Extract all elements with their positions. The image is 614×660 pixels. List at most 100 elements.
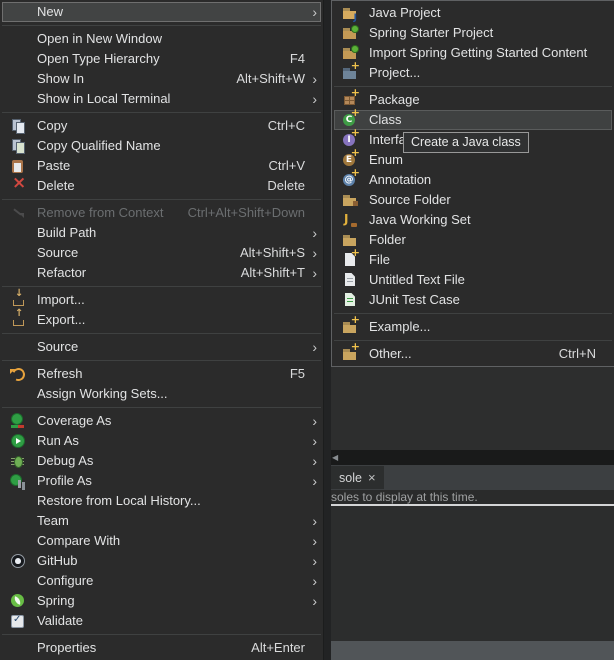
menu-item-new[interactable]: New› [2,2,321,22]
menu-item-package[interactable]: Package [334,90,612,110]
menu-item-github[interactable]: GitHub› [2,551,321,571]
menu-item-junit-test-case[interactable]: JUnit Test Case [334,290,612,310]
icon-spacer [10,513,26,529]
menu-item-java-working-set[interactable]: Java Working Set [334,210,612,230]
menu-item-shortcut: Ctrl+Alt+Shift+Down [188,203,305,223]
icon-spacer [10,386,26,402]
menu-item-label: Import... [37,290,305,310]
menu-item-delete[interactable]: DeleteDelete [2,176,321,196]
menu-item-copy-qualified-name[interactable]: Copy Qualified Name [2,136,321,156]
menu-item-shortcut: Alt+Enter [251,638,305,658]
menu-item-refactor[interactable]: RefactorAlt+Shift+T› [2,263,321,283]
menu-item-label: Annotation [369,170,596,190]
menu-item-label: File [369,250,596,270]
menu-item-other[interactable]: Other...Ctrl+N [334,344,612,364]
close-icon[interactable]: × [368,471,376,484]
submenu-arrow-icon: › [305,337,317,357]
menu-item-paste[interactable]: PasteCtrl+V [2,156,321,176]
menu-item-refresh[interactable]: RefreshF5 [2,364,321,384]
submenu-arrow-icon: › [305,89,317,109]
menu-item-label: Paste [37,156,251,176]
menu-item-team[interactable]: Team› [2,511,321,531]
menu-item-configure[interactable]: Configure› [2,571,321,591]
menu-item-spring[interactable]: Spring› [2,591,321,611]
menu-item-restore-from-local-history[interactable]: Restore from Local History... [2,491,321,511]
menu-item-export[interactable]: Export... [2,310,321,330]
menu-separator [2,112,321,113]
menu-item-profile-as[interactable]: Profile As› [2,471,321,491]
menu-item-untitled-text-file[interactable]: Untitled Text File [334,270,612,290]
menu-separator [334,86,612,87]
menu-item-spring-starter-project[interactable]: Spring Starter Project [334,23,612,43]
menu-item-enum[interactable]: Enum [334,150,612,170]
menu-item-compare-with[interactable]: Compare With› [2,531,321,551]
icon-spacer [10,4,26,20]
menu-item-coverage-as[interactable]: Coverage As› [2,411,321,431]
menu-item-show-in[interactable]: Show InAlt+Shift+W› [2,69,321,89]
debug-icon [10,453,26,469]
menu-item-remove-from-context[interactable]: Remove from ContextCtrl+Alt+Shift+Down [2,203,321,223]
menu-item-label: Run As [37,431,305,451]
icon-spacer [10,339,26,355]
menu-item-class[interactable]: Class [334,110,612,130]
menu-item-label: Source [37,243,222,263]
menu-item-import-spring-getting-started-content[interactable]: Import Spring Getting Started Content [334,43,612,63]
menu-item-label: Team [37,511,305,531]
status-bar-strip [331,641,614,660]
menu-item-copy[interactable]: CopyCtrl+C [2,116,321,136]
menu-item-file[interactable]: File [334,250,612,270]
menu-item-label: Build Path [37,223,305,243]
app-window: ◀ sole × soles to display at this time. … [0,0,614,660]
menu-item-project[interactable]: Project... [334,63,612,83]
example-icon [342,319,358,335]
menu-separator [2,360,321,361]
menu-item-java-project[interactable]: Java Project [334,3,612,23]
menu-item-import[interactable]: Import... [2,290,321,310]
menu-item-validate[interactable]: Validate [2,611,321,631]
menu-item-label: Profile As [37,471,305,491]
menu-item-label: Copy [37,116,250,136]
menu-item-run-as[interactable]: Run As› [2,431,321,451]
menu-item-open-type-hierarchy[interactable]: Open Type HierarchyF4 [2,49,321,69]
menu-item-shortcut: Alt+Shift+W [236,69,305,89]
menu-item-folder[interactable]: Folder [334,230,612,250]
submenu-arrow-icon: › [305,551,317,571]
menu-item-label: Configure [37,571,305,591]
console-tab-bar: sole × [331,465,614,490]
menu-item-label: Assign Working Sets... [37,384,305,404]
menu-item-label: Refactor [37,263,223,283]
menu-item-label: Other... [369,344,541,364]
menu-item-label: Source [37,337,305,357]
menu-item-debug-as[interactable]: Debug As› [2,451,321,471]
console-tab[interactable]: sole × [331,466,384,489]
menu-item-source-folder[interactable]: Source Folder [334,190,612,210]
menu-item-build-path[interactable]: Build Path› [2,223,321,243]
menu-item-label: Show in Local Terminal [37,89,305,109]
submenu-arrow-icon: › [305,2,317,22]
submenu-arrow-icon: › [305,591,317,611]
menu-separator [2,407,321,408]
menu-item-shortcut: F5 [290,364,305,384]
menu-item-source[interactable]: Source Alt+Shift+S› [2,243,321,263]
icon-spacer [10,573,26,589]
menu-item-label: Package [369,90,596,110]
menu-item-properties[interactable]: Properties Alt+Enter [2,638,321,658]
menu-item-show-in-local-terminal[interactable]: Show in Local Terminal› [2,89,321,109]
submenu-arrow-icon: › [305,431,317,451]
menu-item-label: Java Project [369,3,596,23]
tooltip: Create a Java class [403,132,529,153]
menu-shadow-gap [324,0,331,660]
run-icon [10,433,26,449]
menu-item-annotation[interactable]: Annotation [334,170,612,190]
menu-item-label: Properties [37,638,233,658]
submenu-arrow-icon: › [305,511,317,531]
github-icon [10,553,26,569]
submenu-arrow-icon: › [305,243,317,263]
menu-item-assign-working-sets[interactable]: Assign Working Sets... [2,384,321,404]
menu-item-open-in-new-window[interactable]: Open in New Window [2,29,321,49]
collapse-left-arrow-icon[interactable]: ◀ [332,454,338,462]
menu-item-source[interactable]: Source› [2,337,321,357]
menu-item-example[interactable]: Example... [334,317,612,337]
menu-item-label: Source Folder [369,190,596,210]
menu-item-shortcut: Alt+Shift+S [240,243,305,263]
